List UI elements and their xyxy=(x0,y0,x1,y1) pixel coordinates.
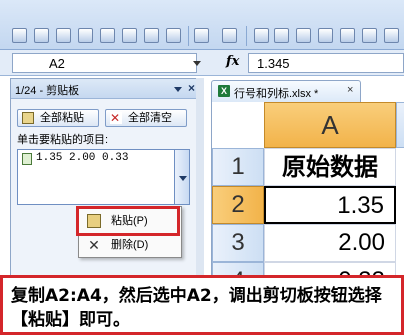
column-header-b[interactable] xyxy=(396,102,404,148)
cut-icon[interactable] xyxy=(34,28,49,43)
clipboard-hint: 单击要粘贴的项目: xyxy=(17,134,109,146)
undo-icon[interactable] xyxy=(122,28,137,43)
close-icon[interactable]: × xyxy=(188,81,195,95)
clipboard-item-dropdown-icon[interactable] xyxy=(174,149,190,205)
menu-item-delete-label: 删除(D) xyxy=(111,239,149,251)
name-box[interactable]: A2 xyxy=(12,53,201,73)
redo-icon[interactable] xyxy=(222,28,237,43)
fx-icon[interactable]: fx xyxy=(226,54,239,69)
clipboard-item[interactable]: 1.35 2.00 0.33 xyxy=(17,149,190,205)
formula-value: 1.345 xyxy=(257,56,290,71)
paste-icon[interactable] xyxy=(12,28,27,43)
row-header-3[interactable]: 3 xyxy=(212,224,264,262)
name-box-dropdown-icon[interactable] xyxy=(193,61,201,66)
clear-all-icon: ✕ xyxy=(110,111,122,125)
clear-all-button[interactable]: ✕ 全部清空 xyxy=(105,109,187,127)
indent-icon[interactable] xyxy=(362,28,377,43)
paste-all-icon xyxy=(22,112,34,124)
paste-highlight-frame xyxy=(76,206,180,236)
merge-center-icon[interactable] xyxy=(318,28,333,43)
undo-dropdown-icon[interactable] xyxy=(194,28,209,43)
close-tab-icon[interactable]: × xyxy=(347,84,353,96)
clipboard-pane-title: 1/24 - 剪贴板 xyxy=(15,85,80,97)
menu-item-delete[interactable]: ✕ 删除(D) xyxy=(81,235,179,255)
instruction-caption: 复制A2:A4，然后选中A2，调出剪切板按钮选择【粘贴】即可。 xyxy=(0,275,404,335)
paste-all-button[interactable]: 全部粘贴 xyxy=(17,109,99,127)
print-icon[interactable] xyxy=(144,28,159,43)
formula-input[interactable]: 1.345 xyxy=(248,53,404,73)
excel-clip-icon xyxy=(22,153,32,165)
align-center-icon[interactable] xyxy=(274,28,289,43)
paste-all-label: 全部粘贴 xyxy=(40,112,84,124)
clipboard-item-text: 1.35 2.00 0.33 xyxy=(36,152,129,164)
instruction-text: 复制A2:A4，然后选中A2，调出剪切板按钮选择【粘贴】即可。 xyxy=(11,286,382,330)
excel-file-icon: X xyxy=(218,85,230,97)
print-preview-icon[interactable] xyxy=(166,28,181,43)
delete-icon: ✕ xyxy=(88,237,100,253)
clipboard-pane-header: 1/24 - 剪贴板 × xyxy=(11,79,203,99)
copy-icon[interactable] xyxy=(56,28,71,43)
workbook-tab[interactable]: X 行号和列标.xlsx * × xyxy=(211,80,361,102)
format-painter-icon[interactable] xyxy=(100,28,115,43)
align-left-icon[interactable] xyxy=(254,28,269,43)
toolbar xyxy=(0,0,404,50)
formula-bar: A2 fx 1.345 xyxy=(0,50,404,76)
name-box-value: A2 xyxy=(49,56,65,71)
row-header-2[interactable]: 2 xyxy=(212,186,264,224)
align-right-icon[interactable] xyxy=(296,28,311,43)
pane-options-dropdown-icon[interactable] xyxy=(174,87,182,92)
wrap-text-icon[interactable] xyxy=(340,28,355,43)
fill-color-icon[interactable] xyxy=(384,28,399,43)
workbook-tab-label: 行号和列标.xlsx * xyxy=(234,88,319,100)
clear-all-label: 全部清空 xyxy=(128,112,172,124)
row-header-1[interactable]: 1 xyxy=(212,148,264,186)
save-icon[interactable] xyxy=(78,28,93,43)
toolbar-separator xyxy=(246,26,247,46)
pane-scrollbar[interactable] xyxy=(196,78,204,278)
column-header-a[interactable]: A xyxy=(264,102,396,148)
cell-a3[interactable]: 2.00 xyxy=(264,224,396,262)
cell-a2[interactable]: 1.35 xyxy=(264,186,396,224)
toolbar-separator xyxy=(188,26,189,46)
cell-a1[interactable]: 原始数据 xyxy=(264,148,396,186)
